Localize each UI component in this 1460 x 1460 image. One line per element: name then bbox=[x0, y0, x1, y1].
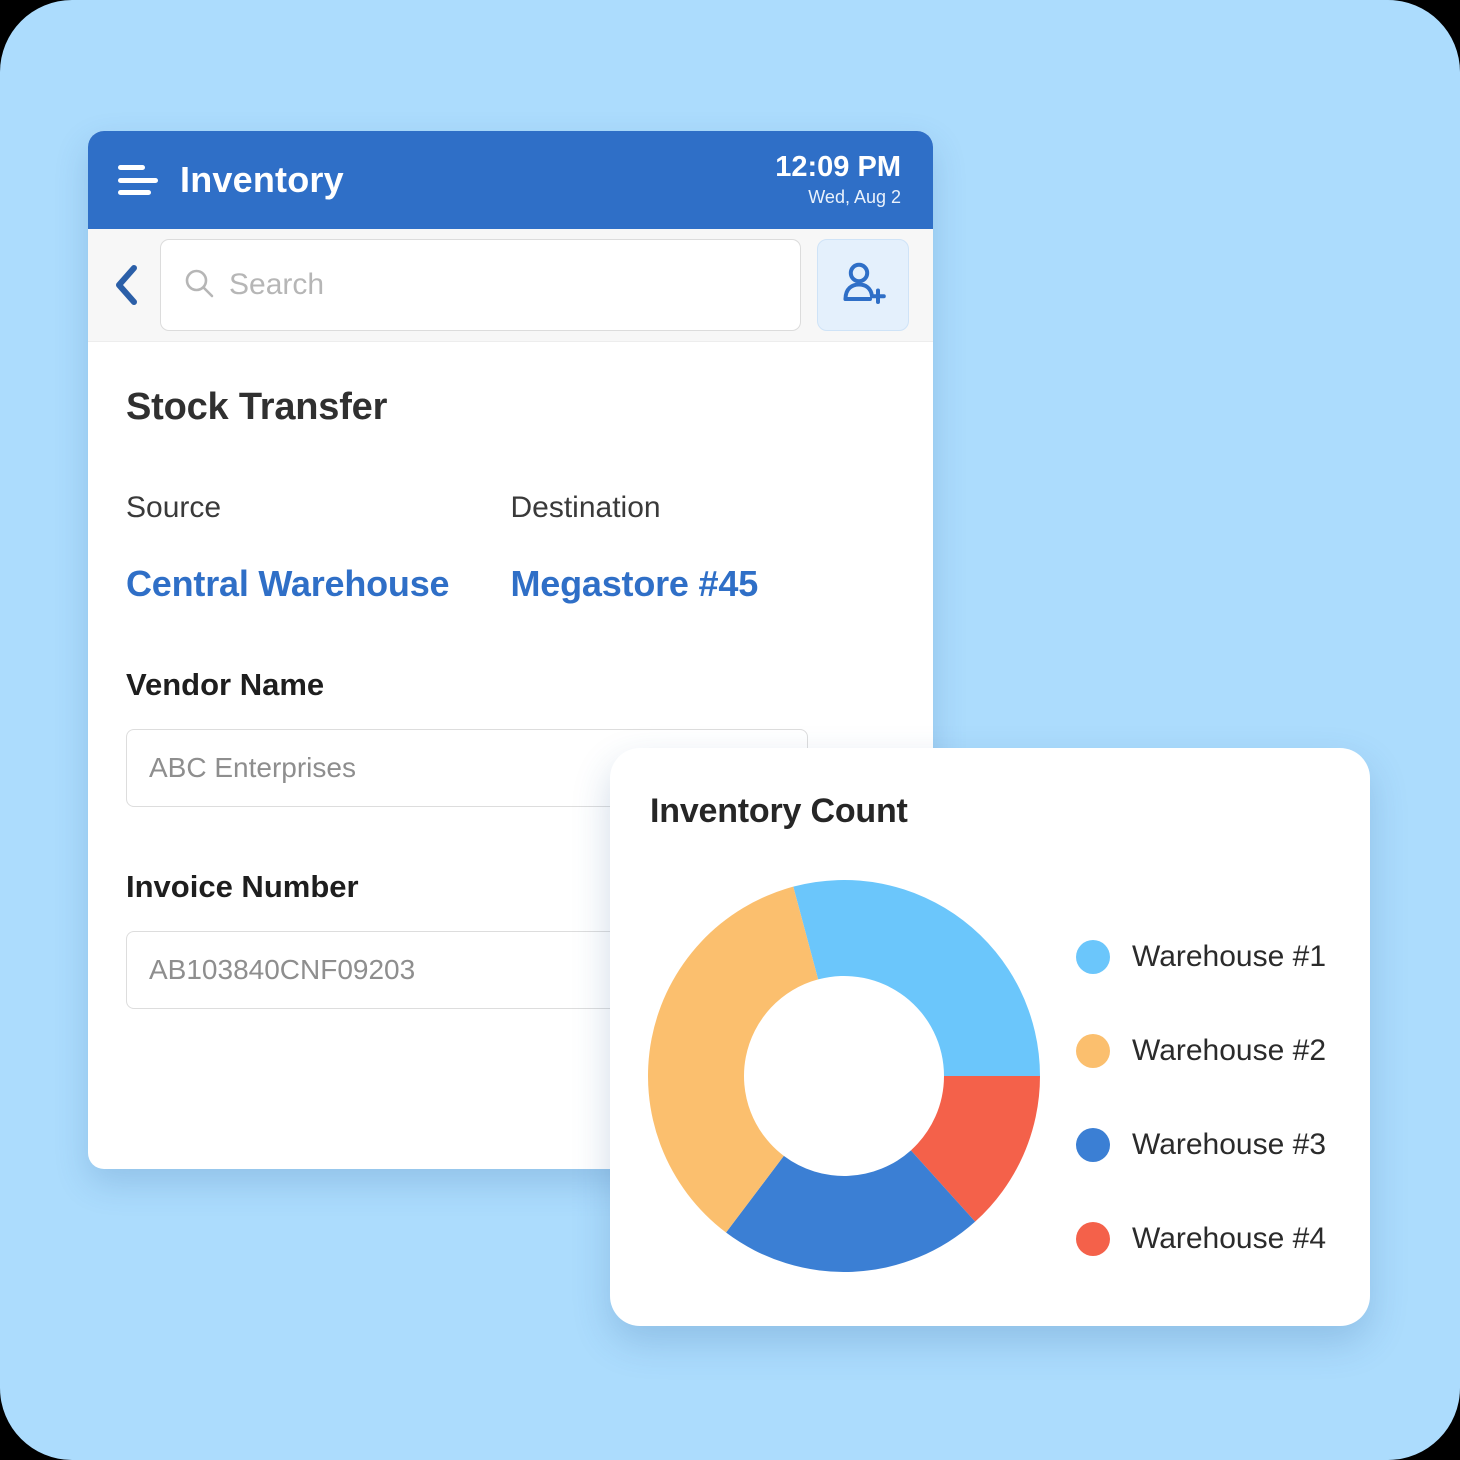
current-date: Wed, Aug 2 bbox=[808, 186, 901, 207]
legend-label: Warehouse #3 bbox=[1132, 1128, 1327, 1161]
donut-chart bbox=[648, 880, 1040, 1272]
search-input[interactable]: Search bbox=[160, 239, 801, 331]
app-title: Inventory bbox=[180, 159, 344, 200]
legend-color-dot bbox=[1076, 1128, 1110, 1162]
page-title: Stock Transfer bbox=[126, 386, 388, 428]
legend-color-dot bbox=[1076, 1222, 1110, 1256]
source-label: Source bbox=[126, 491, 222, 524]
destination-column: Destination Megastore #45 bbox=[511, 491, 896, 605]
source-destination-row: Source Central Warehouse Destination Meg… bbox=[126, 491, 895, 605]
app-bar: Inventory 12:09 PM Wed, Aug 2 bbox=[88, 131, 933, 229]
donut-slice[interactable] bbox=[793, 880, 1040, 1076]
source-value[interactable]: Central Warehouse bbox=[126, 563, 511, 605]
legend-label: Warehouse #1 bbox=[1132, 940, 1327, 973]
add-user-button[interactable] bbox=[817, 239, 909, 331]
page-canvas: Inventory 12:09 PM Wed, Aug 2 Search Sto… bbox=[0, 0, 1460, 1460]
legend-label: Warehouse #2 bbox=[1132, 1034, 1327, 1067]
current-time: 12:09 PM bbox=[775, 151, 901, 184]
legend-label: Warehouse #4 bbox=[1132, 1222, 1327, 1255]
destination-label: Destination bbox=[510, 491, 661, 524]
legend-item[interactable]: Warehouse #3 bbox=[1076, 1098, 1356, 1192]
vendor-name-label: Vendor Name bbox=[126, 667, 325, 702]
search-icon bbox=[183, 267, 215, 304]
inventory-count-card: Inventory Count Warehouse #1 Warehouse #2… bbox=[610, 748, 1370, 1326]
chart-title: Inventory Count bbox=[650, 792, 908, 830]
hamburger-menu-icon[interactable] bbox=[118, 165, 158, 195]
legend-item[interactable]: Warehouse #2 bbox=[1076, 1004, 1356, 1098]
chart-legend: Warehouse #1 Warehouse #2 Warehouse #3 Ware… bbox=[1076, 910, 1356, 1286]
legend-color-dot bbox=[1076, 1034, 1110, 1068]
destination-value[interactable]: Megastore #45 bbox=[511, 563, 896, 605]
legend-item[interactable]: Warehouse #1 bbox=[1076, 910, 1356, 1004]
search-toolbar: Search bbox=[88, 229, 933, 342]
chevron-left-icon[interactable] bbox=[110, 262, 144, 308]
search-placeholder: Search bbox=[229, 268, 325, 301]
legend-item[interactable]: Warehouse #4 bbox=[1076, 1192, 1356, 1286]
source-column: Source Central Warehouse bbox=[126, 491, 511, 605]
add-user-icon bbox=[838, 258, 888, 313]
clock-block: 12:09 PM Wed, Aug 2 bbox=[775, 151, 907, 208]
legend-color-dot bbox=[1076, 940, 1110, 974]
